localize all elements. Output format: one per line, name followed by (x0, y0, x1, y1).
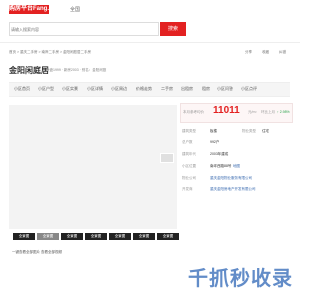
info-value: 992户 (210, 140, 220, 144)
info-value: 板楼 (210, 129, 217, 133)
tab-qa[interactable]: 小区问答 (217, 86, 233, 92)
price-change: ↑ 2.98% (277, 110, 290, 114)
report-link[interactable]: 纠错 (279, 50, 286, 55)
share-link[interactable]: 分享 (245, 50, 252, 55)
page-title: 金阳闲庭居 (9, 66, 49, 75)
price-unit: 元/m² (248, 110, 257, 114)
tab-price-trend[interactable]: 价格走势 (136, 86, 152, 92)
tab-rent[interactable]: 租房 (202, 86, 210, 92)
photo-thumb[interactable]: 全景图 (13, 233, 35, 240)
property-subtitle: 开盘1999 · 新房2003 · 别名：金阳闲庭 (46, 68, 107, 72)
search-button[interactable]: 搜索 (160, 22, 186, 36)
tab-rental[interactable]: 出租房 (181, 86, 193, 92)
tab-details[interactable]: 小区详情 (87, 86, 103, 92)
watermark: 千抓秒收录 (188, 268, 293, 290)
developer-link[interactable]: 重庆金阳房地产开发有限公司 (210, 187, 256, 192)
info-value: 住宅 (262, 129, 269, 133)
favorite-link[interactable]: 收藏 (262, 50, 269, 55)
header-divider (0, 42, 300, 43)
photo-thumb[interactable]: 全景图 (61, 233, 83, 240)
tab-resale[interactable]: 二手房 (161, 86, 173, 92)
photo-thumb[interactable]: 全景图 (37, 233, 59, 240)
change-label: 环比上月 (261, 110, 275, 114)
tab-nearby[interactable]: 小区周边 (111, 86, 127, 92)
photo-thumb[interactable]: 全景图 (133, 233, 155, 240)
breadcrumb[interactable]: 首页 > 重庆二手房 > 南岸二手房 > 金阳闲庭居二手房 (9, 50, 91, 55)
info-label: 开发商 (182, 187, 193, 191)
search-input[interactable] (11, 24, 111, 34)
info-value: 南坪西路88号 (210, 164, 232, 168)
tab-photos[interactable]: 小区实景 (62, 86, 78, 92)
average-price: 11011 (213, 105, 240, 116)
info-label: 小区位置 (182, 164, 196, 168)
info-label: 建筑年代 (182, 152, 196, 156)
photo-next-icon[interactable] (160, 153, 174, 163)
info-label: 物业类型 (242, 129, 256, 133)
info-value: 2003年建成 (210, 152, 229, 156)
tab-reviews[interactable]: 小区点评 (241, 86, 257, 92)
info-label: 物业公司 (182, 176, 196, 180)
view-all-photos-link[interactable]: 一键查看全部图片 查看全部视频 (12, 250, 62, 255)
info-label: 建筑类型 (182, 129, 196, 133)
tab-home[interactable]: 小区首页 (14, 86, 30, 92)
photo-thumb[interactable]: 全景图 (85, 233, 107, 240)
main-photo[interactable] (9, 105, 177, 229)
site-logo[interactable]: 购房平台Fang.com (9, 5, 49, 14)
info-label: 总户数 (182, 140, 193, 144)
map-link[interactable]: 地图 (233, 164, 240, 169)
photo-thumb[interactable]: 全景图 (157, 233, 179, 240)
price-label: 本月参考均价 (183, 110, 204, 114)
property-company-link[interactable]: 重庆金阳物业服务有限公司 (210, 176, 252, 181)
city-selector[interactable]: 全国 (70, 6, 80, 13)
tab-layout[interactable]: 小区户型 (38, 86, 54, 92)
photo-thumb[interactable]: 全景图 (109, 233, 131, 240)
